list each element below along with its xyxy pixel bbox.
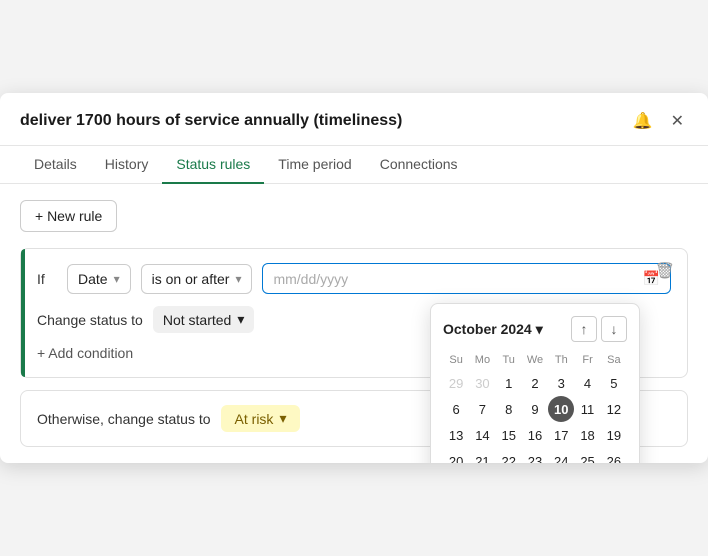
calendar-prev-button[interactable]: ↑	[571, 316, 597, 342]
calendar-header: October 2024 ▾ ↑ ↓	[443, 316, 627, 342]
window-title: deliver 1700 hours of service annually (…	[20, 112, 402, 130]
main-window: deliver 1700 hours of service annually (…	[0, 93, 708, 463]
condition-value: is on or after	[152, 271, 230, 287]
calendar-month-label[interactable]: October 2024 ▾	[443, 321, 543, 338]
condition-dropdown[interactable]: is on or after ▾	[141, 264, 253, 294]
title-bar: deliver 1700 hours of service annually (…	[0, 93, 708, 146]
month-year-text: October 2024	[443, 321, 532, 337]
weekday-th: Th	[548, 352, 574, 370]
otherwise-status-value: At risk	[235, 411, 274, 427]
otherwise-chevron-icon: ▾	[279, 410, 286, 427]
calendar-day[interactable]: 9	[522, 396, 548, 422]
calendar-day[interactable]: 4	[574, 370, 600, 396]
calendar-next-button[interactable]: ↓	[601, 316, 627, 342]
calendar-day[interactable]: 20	[443, 448, 469, 463]
status-dropdown[interactable]: Not started ▾	[153, 306, 255, 333]
change-status-label: Change status to	[37, 312, 143, 328]
calendar-week-3: 20212223242526	[443, 448, 627, 463]
field-dropdown[interactable]: Date ▾	[67, 264, 131, 294]
field-value: Date	[78, 271, 108, 287]
weekday-we: We	[522, 352, 548, 370]
status-chevron-icon: ▾	[237, 311, 244, 328]
calendar-day[interactable]: 3	[548, 370, 574, 396]
calendar-popup: October 2024 ▾ ↑ ↓ Su Mo Tu We Th Fr Sa	[430, 303, 640, 463]
weekday-tu: Tu	[496, 352, 522, 370]
weekday-sa: Sa	[601, 352, 627, 370]
otherwise-status-dropdown[interactable]: At risk ▾	[221, 405, 301, 432]
calendar-day[interactable]: 18	[574, 422, 600, 448]
calendar-day[interactable]: 22	[496, 448, 522, 463]
calendar-day[interactable]: 12	[601, 396, 627, 422]
tab-history[interactable]: History	[91, 146, 163, 184]
weekday-fr: Fr	[574, 352, 600, 370]
otherwise-label: Otherwise, change status to	[37, 411, 211, 427]
calendar-day[interactable]: 14	[469, 422, 495, 448]
calendar-week-1: 6789101112	[443, 396, 627, 422]
calendar-grid: Su Mo Tu We Th Fr Sa 2930123456789101112…	[443, 352, 627, 463]
add-condition-label: + Add condition	[37, 345, 133, 361]
title-actions: 🔔 ✕	[629, 109, 688, 133]
delete-rule-button[interactable]: 🗑	[655, 261, 675, 281]
calendar-day[interactable]: 21	[469, 448, 495, 463]
tab-time-period[interactable]: Time period	[264, 146, 365, 184]
calendar-day[interactable]: 2	[522, 370, 548, 396]
status-value: Not started	[163, 312, 231, 328]
tab-details[interactable]: Details	[20, 146, 91, 184]
calendar-day[interactable]: 23	[522, 448, 548, 463]
field-chevron-icon: ▾	[114, 272, 120, 286]
calendar-weekdays-row: Su Mo Tu We Th Fr Sa	[443, 352, 627, 370]
weekday-mo: Mo	[469, 352, 495, 370]
calendar-day[interactable]: 24	[548, 448, 574, 463]
tab-status-rules[interactable]: Status rules	[162, 146, 264, 184]
rule-accent	[21, 249, 25, 377]
date-placeholder: mm/dd/yyyy	[273, 271, 634, 287]
calendar-week-0: 293012345	[443, 370, 627, 396]
calendar-day[interactable]: 10	[548, 396, 574, 422]
calendar-day[interactable]: 17	[548, 422, 574, 448]
calendar-day[interactable]: 15	[496, 422, 522, 448]
calendar-day[interactable]: 8	[496, 396, 522, 422]
calendar-day[interactable]: 1	[496, 370, 522, 396]
weekday-su: Su	[443, 352, 469, 370]
calendar-day[interactable]: 11	[574, 396, 600, 422]
calendar-week-2: 13141516171819	[443, 422, 627, 448]
calendar-day[interactable]: 25	[574, 448, 600, 463]
if-label: If	[37, 271, 57, 287]
tab-bar: Details History Status rules Time period…	[0, 146, 708, 184]
new-rule-button[interactable]: + New rule	[20, 200, 117, 232]
calendar-day[interactable]: 5	[601, 370, 627, 396]
calendar-day: 29	[443, 370, 469, 396]
calendar-day[interactable]: 6	[443, 396, 469, 422]
calendar-day[interactable]: 13	[443, 422, 469, 448]
calendar-day: 30	[469, 370, 495, 396]
condition-chevron-icon: ▾	[235, 272, 241, 286]
tab-connections[interactable]: Connections	[366, 146, 472, 184]
notification-icon[interactable]: 🔔	[629, 109, 657, 133]
calendar-day[interactable]: 19	[601, 422, 627, 448]
calendar-day[interactable]: 26	[601, 448, 627, 463]
calendar-day[interactable]: 7	[469, 396, 495, 422]
calendar-day[interactable]: 16	[522, 422, 548, 448]
date-input-wrapper[interactable]: mm/dd/yyyy 📅	[262, 263, 671, 294]
if-row: If Date ▾ is on or after ▾ mm/dd/yyyy 📅	[37, 263, 671, 294]
close-icon[interactable]: ✕	[667, 109, 688, 133]
month-chevron-icon: ▾	[536, 321, 543, 338]
calendar-nav: ↑ ↓	[571, 316, 627, 342]
